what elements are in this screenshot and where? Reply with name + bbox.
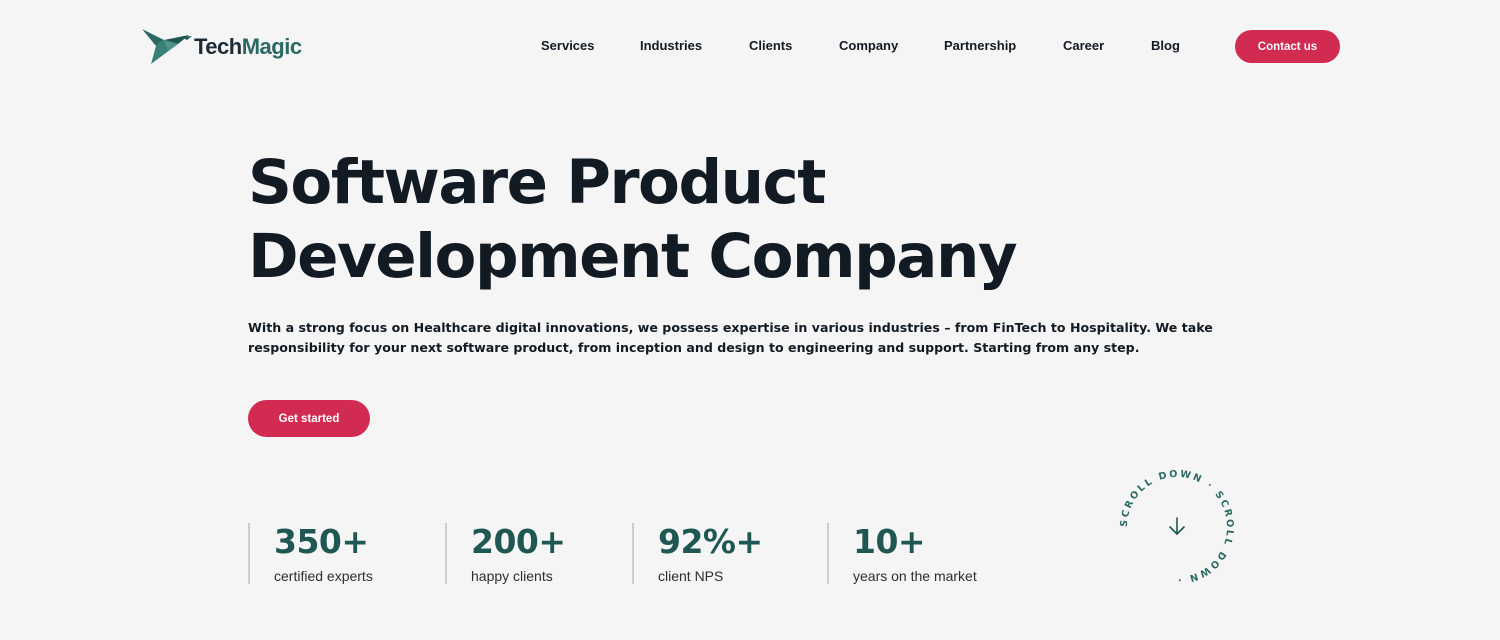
contact-us-button[interactable]: Contact us (1235, 30, 1340, 63)
hero-title-line1: Software Product (248, 147, 826, 218)
nav-item-clients[interactable]: Clients (749, 38, 792, 53)
stat-value: 350+ (274, 522, 369, 561)
get-started-button[interactable]: Get started (248, 400, 370, 437)
stat-certified-experts: 350+ certified experts (248, 523, 373, 584)
scroll-down-badge: SCROLL DOWN · SCROLL DOWN · (1119, 469, 1233, 585)
nav-item-industries[interactable]: Industries (640, 38, 702, 53)
stat-label: certified experts (274, 568, 373, 584)
stat-value: 92%+ (658, 522, 763, 561)
arrow-down-icon (1169, 517, 1185, 535)
stat-happy-clients: 200+ happy clients (445, 523, 566, 584)
stat-years-on-market: 10+ years on the market (827, 523, 977, 584)
stat-value: 200+ (471, 522, 566, 561)
scroll-down-button[interactable]: SCROLL DOWN · SCROLL DOWN · (1115, 465, 1239, 589)
hero-title-line2: Development Company (248, 221, 1018, 292)
nav-item-services[interactable]: Services (541, 38, 595, 53)
stat-label: happy clients (471, 568, 553, 584)
nav-item-company[interactable]: Company (839, 38, 898, 53)
site-header: TechMagic Services Industries Clients Co… (0, 0, 1500, 92)
nav-item-partnership[interactable]: Partnership (944, 38, 1016, 53)
stat-label: client NPS (658, 568, 724, 584)
nav-item-career[interactable]: Career (1063, 38, 1104, 53)
stat-label: years on the market (853, 568, 977, 584)
nav-item-blog[interactable]: Blog (1151, 38, 1180, 53)
hero-title: Software Product Development Company (248, 146, 1148, 294)
hero-description: With a strong focus on Healthcare digita… (248, 320, 1213, 355)
stat-client-nps: 92%+ client NPS (632, 523, 763, 584)
stat-value: 10+ (853, 522, 926, 561)
